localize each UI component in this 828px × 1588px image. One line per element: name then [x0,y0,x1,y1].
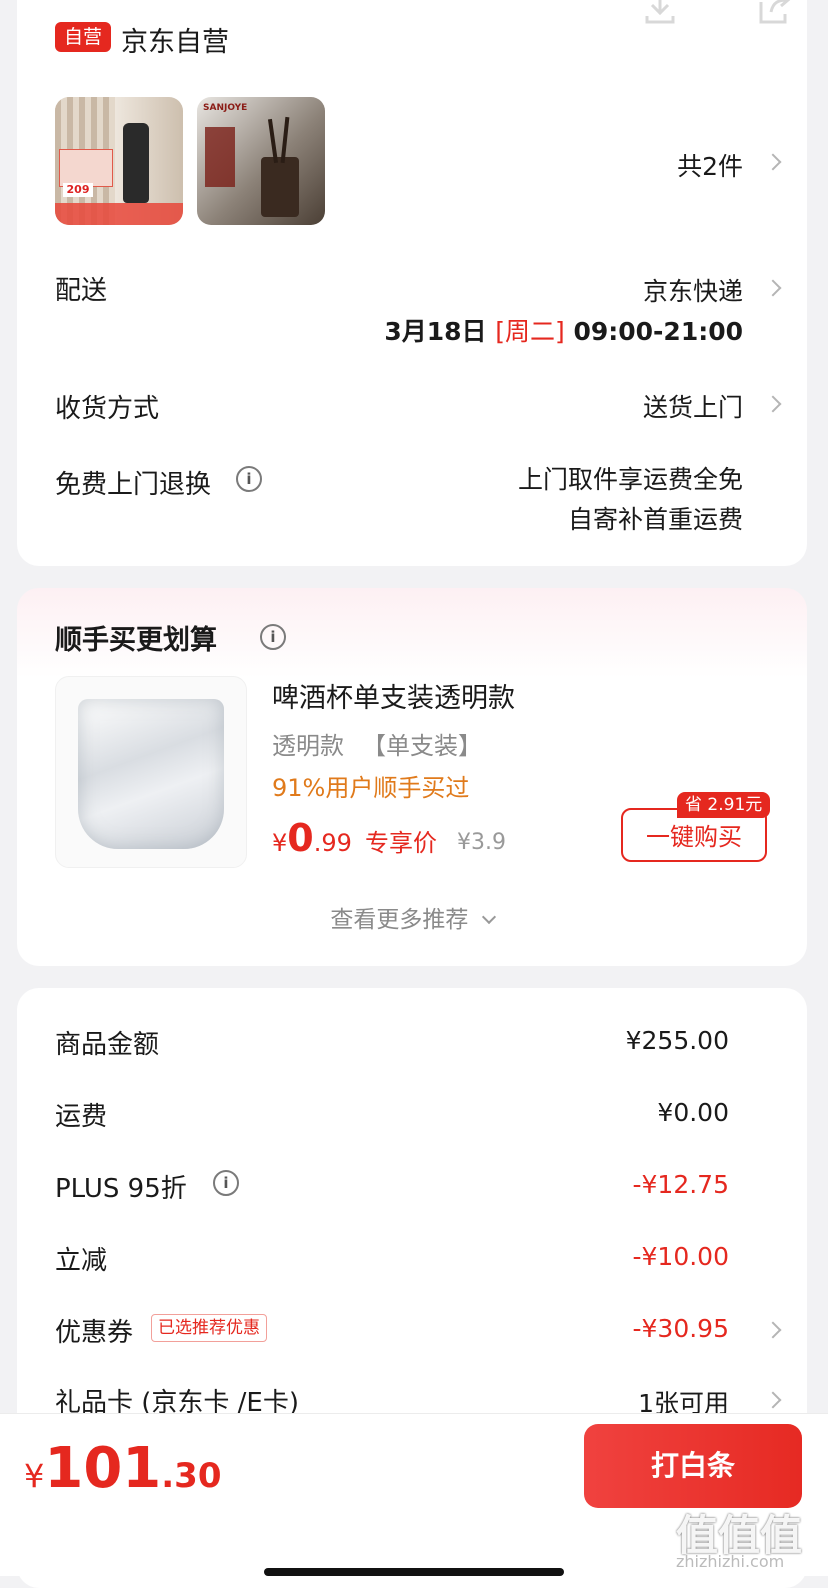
addon-product-name[interactable]: 啤酒杯单支装透明款 [272,676,515,715]
coupon-label: 优惠券 [55,1318,134,1348]
chevron-right-icon [764,1321,782,1339]
delivery-window: 09:00-21:00 [573,317,743,346]
goods-amount-value: ¥255.00 [625,1026,729,1055]
spec-color: 透明款 [272,732,344,760]
info-icon[interactable]: i [213,1170,239,1196]
plus-discount-label: PLUS 95折 [55,1174,187,1204]
addon-price: ¥0.99 专享价 [272,816,437,860]
price-integer: 0 [287,816,314,860]
total-decimal: .30 [161,1456,222,1496]
info-icon[interactable]: i [236,466,262,492]
chevron-down-icon [481,909,496,925]
delivery-time: 3月18日 [周二] 09:00-21:00 [384,312,743,348]
shipping-fee-value: ¥0.00 [657,1098,729,1127]
save-badge: 省 2.91元 [677,792,771,818]
view-more-label: 查看更多推荐 [330,907,469,933]
store-name: 京东自营 [121,27,229,58]
beer-glass-image[interactable] [55,676,247,868]
product-thumbnail-thermos[interactable]: 209 [55,97,183,225]
total-integer: 101 [44,1436,162,1501]
thermos-image [123,123,149,203]
delivery-weekday: [周二] [495,317,565,346]
product-thumbnail-tea-set[interactable]: SANJOYE [197,97,325,225]
coupon-value[interactable]: -¥30.95 [633,1314,730,1343]
pay-baitiao-button[interactable]: 打白条 [584,1424,802,1508]
chevron-right-icon [764,279,782,297]
checkout-bar: ¥101.30 打白条 值值值 zhizhizhi.com [0,1413,828,1576]
price-decimal: .99 [313,829,352,857]
download-icon[interactable] [643,0,677,24]
chevron-right-icon [764,153,782,171]
thumb-price-label: 209 [63,183,93,197]
free-return-line2: 自寄补首重运费 [567,505,743,534]
coupon-recommended-tag: 已选推荐优惠 [151,1314,267,1342]
view-more-recommendations[interactable]: 查看更多推荐 [17,900,807,934]
item-count[interactable]: 共2件 [677,147,743,183]
shipping-fee-label: 运费 [55,1102,108,1132]
thumb-brand: SANJOYE [203,103,248,113]
original-price: ¥3.9 [457,830,506,855]
receive-method-label: 收货方式 [55,394,160,424]
delivery-label: 配送 [55,276,108,306]
chevron-right-icon [764,1391,782,1409]
currency-symbol: ¥ [272,829,288,857]
free-return-line1: 上门取件享运费全免 [517,465,743,494]
goods-amount-label: 商品金额 [55,1030,160,1060]
delivery-carrier[interactable]: 京东快递 [643,272,743,308]
total-currency: ¥ [24,1457,45,1495]
instant-discount-value: -¥10.00 [632,1242,730,1271]
watermark-url: zhizhizhi.com [676,1552,785,1571]
addon-title: 顺手买更划算 [55,625,217,656]
chevron-right-icon [764,395,782,413]
receive-method-value[interactable]: 送货上门 [643,388,743,424]
share-icon[interactable] [757,0,791,24]
spec-pack: 【单支装】 [362,732,482,760]
free-return-label: 免费上门退换 [55,470,212,500]
delivery-date: 3月18日 [384,317,487,346]
tea-tool-holder-image [261,157,299,217]
self-operated-badge: 自营 [55,22,111,52]
plus-discount-value: -¥12.75 [632,1170,730,1199]
order-info-card: 自营 京东自营 209 SANJOYE 共2件 配送 京东快递 3月18日 [周… [17,0,807,566]
instant-discount-label: 立减 [55,1246,108,1276]
addon-product-spec: 透明款 【单支装】 [272,726,482,761]
addon-popularity: 91%用户顺手买过 [272,774,470,802]
total-price: ¥101.30 [24,1436,222,1501]
price-tag: 专享价 [365,829,437,857]
info-icon[interactable]: i [260,624,286,650]
addon-recommendation-card: 顺手买更划算 i 啤酒杯单支装透明款 透明款 【单支装】 91%用户顺手买过 ¥0… [17,588,807,966]
